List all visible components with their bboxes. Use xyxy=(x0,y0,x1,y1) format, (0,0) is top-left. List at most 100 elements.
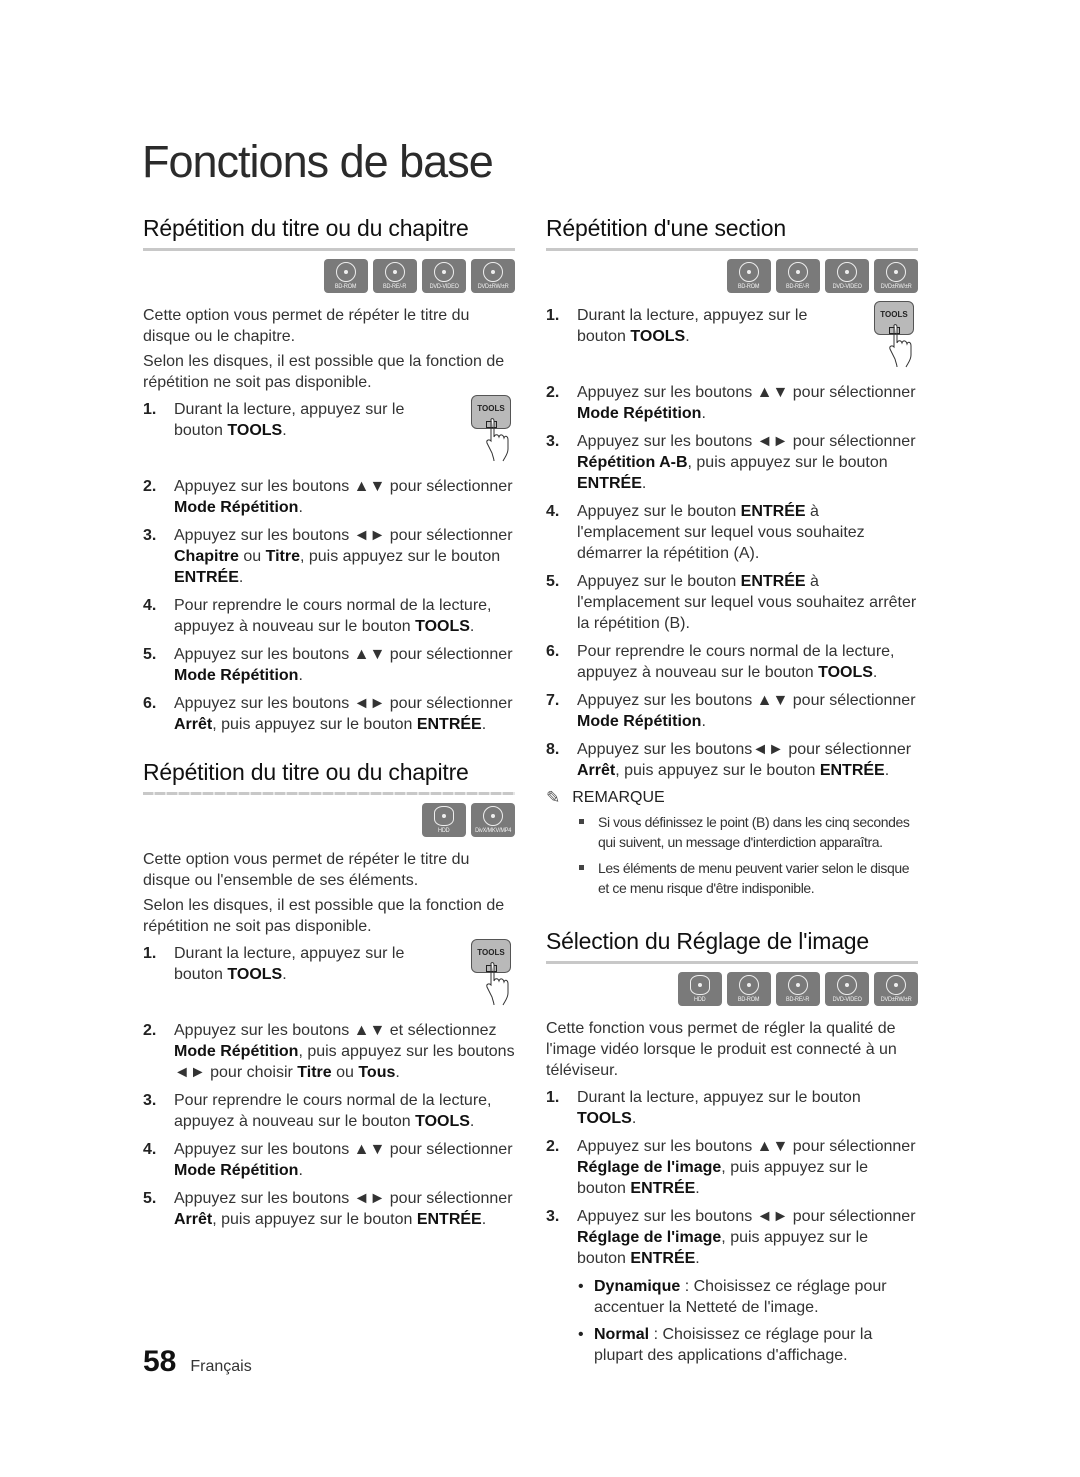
step-text: , puis appuyez sur le bouton xyxy=(212,1211,417,1228)
step-text: . xyxy=(701,713,706,730)
step-number: 3. xyxy=(143,1092,157,1109)
step-text: . xyxy=(631,1110,637,1127)
step-number: 4. xyxy=(143,1141,157,1158)
picture-mode-item: Normal : Choisissez ce réglage pour la p… xyxy=(577,1324,918,1366)
step-item: 2. Appuyez sur les boutons ▲▼ et sélectio… xyxy=(143,1020,515,1083)
step-keyword: TOOLS xyxy=(227,966,283,983)
step-keyword: Mode Répétition xyxy=(174,1043,299,1060)
disc-glyph-icon xyxy=(788,975,808,995)
section-repeat-ab: Répétition d'une section BD-ROM BD-RE/-R D… xyxy=(546,215,918,898)
step-keyword: TOOLS xyxy=(415,1113,470,1130)
dvd-video-icon: DVD-VIDEO xyxy=(825,259,869,293)
media-type-icons: HDD BD-ROM BD-RE/-R DVD-VIDEO DVD±RW/±R xyxy=(546,972,918,1006)
disc-glyph-icon xyxy=(434,262,454,282)
step-text: Durant la lecture, appuyez sur le bouton xyxy=(577,1089,861,1106)
section-heading: Sélection du Réglage de l'image xyxy=(546,928,869,954)
step-keyword: ENTRÉE xyxy=(819,762,885,779)
step-item: 3. Appuyez sur les boutons ◄► pour sélect… xyxy=(143,525,515,588)
step-keyword: Chapitre xyxy=(174,548,239,565)
step-number: 4. xyxy=(546,503,560,520)
disc-type-icons: BD-ROM BD-RE/-R DVD-VIDEO DVD±RW/±R xyxy=(143,259,515,293)
mode-term: Dynamique xyxy=(594,1278,681,1295)
heading-rule xyxy=(546,248,918,251)
bd-rom-icon: BD-ROM xyxy=(324,259,368,293)
step-item: 2. Appuyez sur les boutons ▲▼ pour sélect… xyxy=(546,1136,918,1199)
steps-list: 1. Durant la lecture, appuyez sur le bout… xyxy=(546,1087,918,1269)
step-number: 7. xyxy=(546,692,560,709)
step-text: . xyxy=(238,569,244,586)
step-text: . xyxy=(872,664,878,681)
step-text: . xyxy=(282,422,287,439)
step-keyword: Tous xyxy=(358,1064,396,1081)
hand-pointer-icon xyxy=(486,962,509,1006)
media-label: BD-RE/-R xyxy=(383,283,407,290)
right-column: Répétition d'une section BD-ROM BD-RE/-R D… xyxy=(546,215,918,1384)
tools-key-label: TOOLS xyxy=(477,948,505,957)
section-picture-setting: Sélection du Réglage de l'image HDD BD-RO… xyxy=(546,928,918,1366)
note-title: REMARQUE xyxy=(572,789,665,806)
intro-paragraph: Cette option vous permet de répéter le t… xyxy=(143,851,470,889)
disc-glyph-icon xyxy=(336,262,356,282)
step-number: 1. xyxy=(546,307,560,324)
step-number: 5. xyxy=(546,573,560,590)
step-number: 2. xyxy=(143,478,157,495)
media-label: BD-RE/-R xyxy=(786,996,810,1003)
step-keyword: Arrêt xyxy=(577,762,616,779)
step-text: Appuyez sur le bouton xyxy=(577,573,741,590)
dvd-video-icon: DVD-VIDEO xyxy=(422,259,466,293)
disc-glyph-icon xyxy=(788,262,808,282)
hdd-icon: HDD xyxy=(422,803,466,837)
media-label: BD-RE/-R xyxy=(786,283,810,290)
step-item: 1. Durant la lecture, appuyez sur le bout… xyxy=(546,1087,918,1129)
step-number: 1. xyxy=(143,401,157,418)
heading-rule xyxy=(143,792,515,795)
step-text: Appuyez sur les boutons ▲▼ pour sélectio… xyxy=(174,478,513,495)
bd-rom-icon: BD-ROM xyxy=(727,972,771,1006)
dvd-video-icon: DVD-VIDEO xyxy=(825,972,869,1006)
step-text: . xyxy=(481,1211,487,1228)
step-keyword: TOOLS xyxy=(227,422,283,439)
step-text: Appuyez sur les boutons ▲▼ pour sélectio… xyxy=(174,646,513,663)
disc-glyph-icon xyxy=(886,975,906,995)
heading-rule xyxy=(143,248,515,251)
note-heading: ✎ REMARQUE xyxy=(546,788,918,808)
step-number: 3. xyxy=(143,527,157,544)
step-text: Appuyez sur les boutons ◄► pour sélectio… xyxy=(174,695,513,712)
tools-button-icon: TOOLS xyxy=(471,395,515,465)
tools-button-icon: TOOLS xyxy=(471,939,515,1009)
step-item: 5. Appuyez sur le bouton ENTRÉE à l'empla… xyxy=(546,571,918,634)
step-text: ou xyxy=(331,1064,359,1081)
tools-key-label: TOOLS xyxy=(880,310,908,319)
step-number: 1. xyxy=(143,945,157,962)
step-number: 6. xyxy=(546,643,560,660)
step-text: . xyxy=(298,667,303,684)
media-label: BD-ROM xyxy=(738,996,760,1003)
step-text: . xyxy=(481,716,487,733)
step-number: 3. xyxy=(546,1208,560,1225)
step-item: 6. Appuyez sur les boutons ◄► pour sélect… xyxy=(143,693,515,735)
step-text: . xyxy=(884,762,890,779)
step-text: Appuyez sur les boutons ▲▼ pour sélectio… xyxy=(577,692,916,709)
step-number: 8. xyxy=(546,741,560,758)
step-keyword: Arrêt xyxy=(174,1211,213,1228)
hand-pointer-icon xyxy=(486,418,509,462)
left-column: Répétition du titre ou du chapitre BD-RO… xyxy=(143,215,515,1248)
page-title: Fonctions de base xyxy=(142,136,494,187)
step-number: 5. xyxy=(143,1190,157,1207)
media-type-icons: HDD DivX/MKV/MP4 xyxy=(143,803,515,837)
bd-re-r-icon: BD-RE/-R xyxy=(776,972,820,1006)
step-number: 4. xyxy=(143,597,157,614)
step-number: 5. xyxy=(143,646,157,663)
media-label: HDD xyxy=(694,996,706,1003)
step-text: Durant la lecture, appuyez sur le bouton xyxy=(577,307,808,345)
step-item: 3. Pour reprendre le cours normal de la l… xyxy=(143,1090,515,1132)
step-text: . xyxy=(469,1113,475,1130)
section-repeat-title-chapter-hdd: Répétition du titre ou du chapitre HDD Di… xyxy=(143,759,515,1230)
step-keyword: Réglage de l'image xyxy=(577,1229,722,1246)
bd-re-r-icon: BD-RE/-R xyxy=(373,259,417,293)
step-keyword: Mode Répétition xyxy=(174,499,299,516)
step-item: 5. Appuyez sur les boutons ◄► pour sélect… xyxy=(143,1188,515,1230)
picture-mode-list: Dynamique : Choisissez ce réglage pour a… xyxy=(546,1276,918,1366)
step-keyword: Titre xyxy=(265,548,300,565)
step-keyword: Réglage de l'image xyxy=(577,1159,722,1176)
